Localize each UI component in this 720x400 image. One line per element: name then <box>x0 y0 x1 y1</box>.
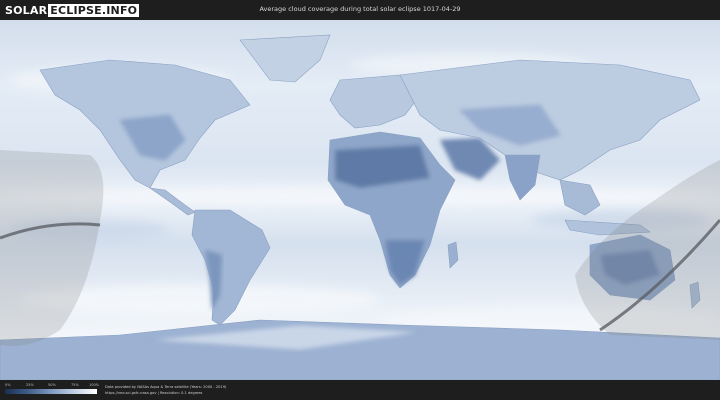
footer-bar <box>0 380 720 400</box>
header-bar: SOLAR ECLIPSE.INFO Average cloud coverag… <box>0 0 720 20</box>
legend-tick-25: 25% <box>26 383 34 387</box>
legend-tick-50: 50% <box>48 383 56 387</box>
data-source-link[interactable]: https://neo.sci.gsfc.nasa.gov | Resoluti… <box>105 391 202 395</box>
logo-text-eclipse-info: ECLIPSE.INFO <box>48 3 140 17</box>
site-logo[interactable]: SOLAR ECLIPSE.INFO <box>5 3 140 17</box>
legend-tick-100: 100% <box>89 383 100 387</box>
page-title: Average cloud coverage during total sola… <box>259 5 461 13</box>
legend-tick-0: 0% <box>5 383 11 387</box>
cloud-coverage-map <box>0 20 720 380</box>
cloud-legend-gradient <box>5 389 97 394</box>
logo-text-solar: SOLAR <box>5 3 48 17</box>
data-credit: Data provided by NASAs Aqua & Terra sate… <box>105 385 227 389</box>
legend-tick-75: 75% <box>71 383 79 387</box>
